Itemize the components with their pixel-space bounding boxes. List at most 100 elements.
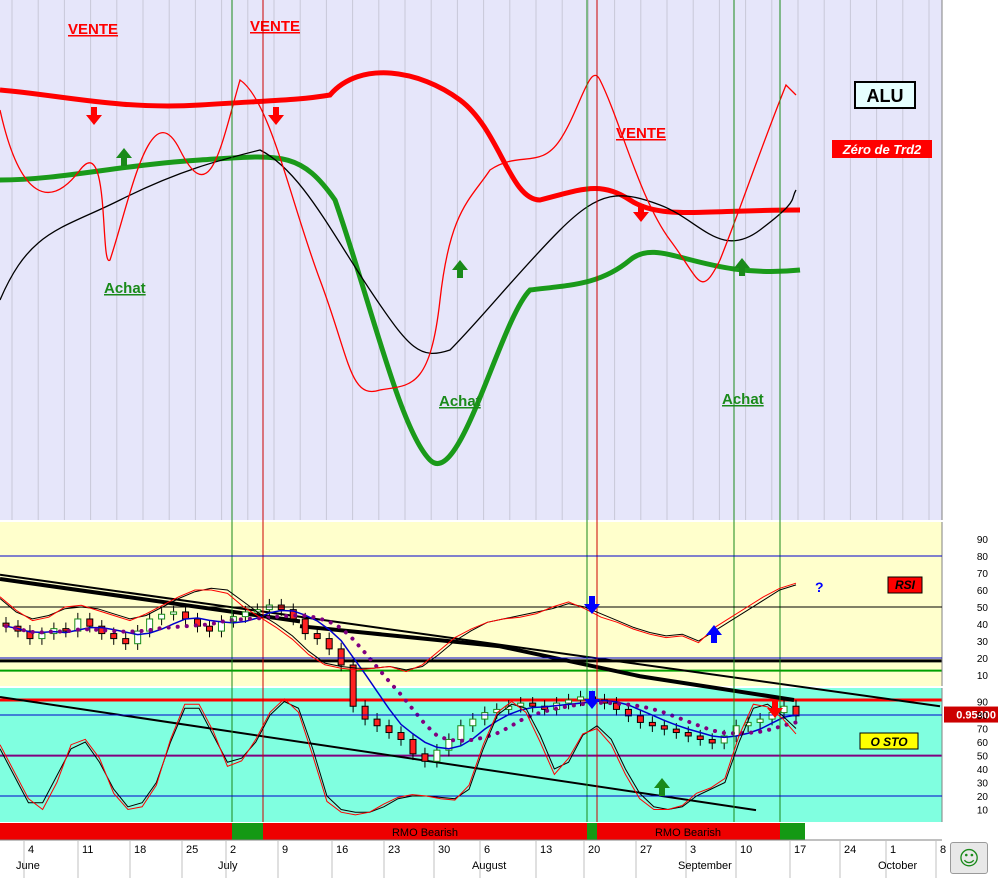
x-day-label: 20 <box>588 844 600 856</box>
x-day-label: 8 <box>940 844 946 856</box>
candle-body <box>337 648 345 666</box>
candle-body <box>457 725 465 740</box>
x-day-label: 4 <box>28 844 34 856</box>
sto-tick-label: 70 <box>977 725 989 736</box>
candle-body <box>421 753 429 762</box>
rsi-tick-label: 80 <box>977 552 989 563</box>
candle-body <box>397 732 405 740</box>
candle-body <box>122 638 130 645</box>
sto-tick-label: 50 <box>977 752 989 763</box>
x-day-label: 2 <box>230 844 236 856</box>
x-month-label: September <box>678 860 732 872</box>
candle-body <box>361 705 369 720</box>
x-day-label: 17 <box>794 844 806 856</box>
smiley-button[interactable]: ☺ <box>950 842 988 874</box>
rsi-tick-label: 40 <box>977 620 989 631</box>
annotation-vente: VENTE <box>616 125 666 142</box>
candle-body <box>469 718 477 727</box>
candle-body <box>708 738 716 744</box>
candle-body <box>481 712 489 720</box>
annotation-achat: Achat <box>104 280 146 297</box>
annotation-achat: Achat <box>439 393 481 410</box>
sto-tick-label: 30 <box>977 779 989 790</box>
rsi-tick-label: 10 <box>977 671 989 682</box>
annotation-achat: Achat <box>722 391 764 408</box>
candle-body <box>86 618 94 627</box>
x-month-label: July <box>218 860 238 872</box>
sto-tick-label: 80 <box>977 711 989 722</box>
candle-body <box>110 633 118 640</box>
candle-body <box>529 702 537 707</box>
sto-label: O STO <box>870 735 908 749</box>
candle-body <box>241 611 249 618</box>
candle-body <box>792 705 800 717</box>
rsi-tick-label: 20 <box>977 654 989 665</box>
candle-body <box>158 613 166 620</box>
candle-body <box>684 732 692 737</box>
main-panel-bg <box>0 0 942 520</box>
candle-body <box>409 738 417 755</box>
sto-tick-label: 40 <box>977 765 989 776</box>
rsi-tick-label: 70 <box>977 569 989 580</box>
x-day-label: 3 <box>690 844 696 856</box>
candle-body <box>349 664 357 707</box>
candle-body <box>205 625 213 632</box>
x-day-label: 25 <box>186 844 198 856</box>
sto-tick-label: 60 <box>977 738 989 749</box>
x-month-label: August <box>472 860 506 872</box>
rsi-tick-label: 90 <box>977 535 989 546</box>
candle-body <box>648 721 656 727</box>
candle-body <box>182 611 190 620</box>
candle-body <box>38 633 46 640</box>
candle-body <box>301 618 309 635</box>
rsi-tick-label: 30 <box>977 637 989 648</box>
candle-body <box>373 718 381 727</box>
x-day-label: 1 <box>890 844 896 856</box>
chart-title: ALU <box>867 86 904 106</box>
candle-body <box>313 633 321 640</box>
rmo-segment <box>587 823 597 840</box>
rsi-tick-label: 60 <box>977 586 989 597</box>
x-day-label: 11 <box>82 844 93 856</box>
rsi-tick-label: 50 <box>977 603 989 614</box>
candle-body <box>756 718 764 723</box>
candle-body <box>672 728 680 734</box>
candle-body <box>565 699 573 704</box>
x-day-label: 13 <box>540 844 552 856</box>
rsi-question-mark: ? <box>815 579 824 595</box>
x-day-label: 23 <box>388 844 400 856</box>
rmo-segment <box>232 823 263 840</box>
x-day-label: 30 <box>438 844 450 856</box>
x-day-label: 6 <box>484 844 490 856</box>
x-month-label: October <box>878 860 917 872</box>
sto-tick-label: 90 <box>977 698 989 709</box>
rmo-segment <box>0 823 232 840</box>
sto-tick-label: 20 <box>977 792 989 803</box>
x-day-label: 18 <box>134 844 146 856</box>
x-day-label: 10 <box>740 844 752 856</box>
x-month-label: June <box>16 860 40 872</box>
candle-body <box>636 715 644 723</box>
candle-body <box>660 725 668 730</box>
x-day-label: 9 <box>282 844 288 856</box>
candle-body <box>433 749 441 762</box>
annotation-vente: VENTE <box>250 18 300 35</box>
chart-window: 0.95400 VENTE VENTE VENTE Achat Achat Achat Zér… <box>0 0 998 878</box>
sto-tick-label: 10 <box>977 806 989 817</box>
rsi-label: RSI <box>895 578 916 592</box>
chart-canvas[interactable]: 0.95400VENTE VENTEVENTEAchatAchat AchatZér… <box>0 0 998 878</box>
candle-body <box>780 705 788 714</box>
rmo-label: RMO Bearish <box>392 827 458 839</box>
candle-body <box>696 735 704 740</box>
annotation-vente: VENTE <box>68 21 118 38</box>
rmo-segment <box>780 823 805 840</box>
candle-body <box>385 725 393 734</box>
x-day-label: 16 <box>336 844 348 856</box>
candle-body <box>170 611 178 615</box>
rmo-label: RMO Bearish <box>655 827 721 839</box>
candle-body <box>134 630 142 645</box>
x-day-label: 27 <box>640 844 652 856</box>
x-day-label: 24 <box>844 844 856 856</box>
candle-body <box>325 638 333 650</box>
zero-trd2-label: Zéro de Trd2 <box>842 142 922 157</box>
